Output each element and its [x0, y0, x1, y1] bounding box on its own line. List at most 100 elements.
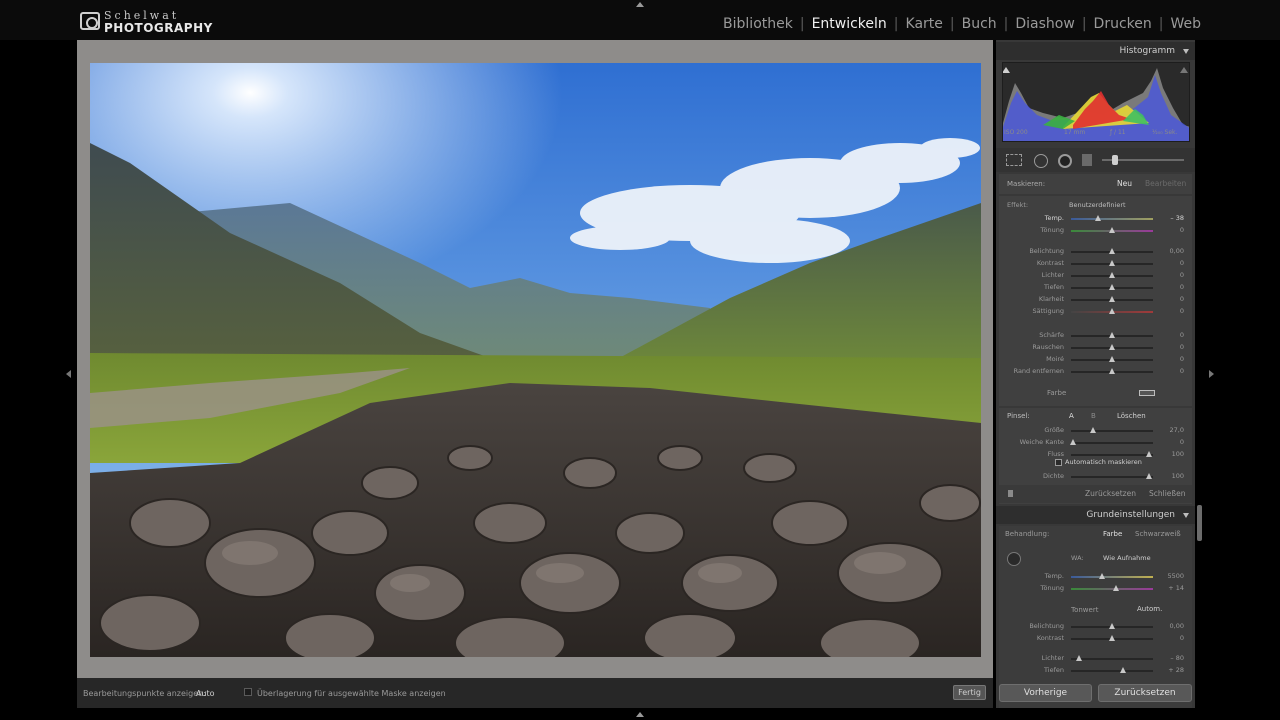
- mask-edit-button[interactable]: Bearbeiten: [1145, 179, 1186, 188]
- auto-mask-checkbox[interactable]: [1055, 459, 1062, 466]
- module-bibliothek[interactable]: Bibliothek: [716, 16, 800, 32]
- slider-knob[interactable]: [1120, 667, 1127, 673]
- mask-reset-button[interactable]: Zurücksetzen: [1085, 489, 1136, 498]
- slider-value[interactable]: + 14: [1168, 584, 1184, 592]
- slider-knob[interactable]: [1109, 227, 1115, 233]
- slider-knob[interactable]: [1109, 272, 1115, 278]
- slider-knob[interactable]: [1090, 427, 1097, 433]
- slider-knob[interactable]: [1109, 635, 1115, 641]
- module-web[interactable]: Web: [1163, 16, 1208, 32]
- slider-knob[interactable]: [1076, 655, 1083, 661]
- slider-value[interactable]: 0: [1180, 367, 1184, 375]
- wb-select[interactable]: Wie Aufnahme: [1103, 554, 1151, 562]
- spot-removal-icon[interactable]: [1034, 154, 1048, 168]
- red-eye-icon[interactable]: [1058, 154, 1072, 168]
- slider-value[interactable]: 0,00: [1170, 622, 1184, 630]
- adjustment-brush-icon[interactable]: [1112, 155, 1118, 165]
- module-diashow[interactable]: Diashow: [1008, 16, 1081, 32]
- slider-knob[interactable]: [1099, 573, 1106, 579]
- module-buch[interactable]: Buch: [955, 16, 1004, 32]
- slider-value[interactable]: 0: [1180, 331, 1184, 339]
- slider-knob[interactable]: [1109, 308, 1115, 314]
- slider-track[interactable]: [1071, 218, 1153, 220]
- slider-value[interactable]: 100: [1172, 450, 1184, 458]
- slider-track[interactable]: [1071, 476, 1153, 478]
- slider-value[interactable]: 0,00: [1170, 247, 1184, 255]
- slider-value[interactable]: 5500: [1167, 572, 1184, 580]
- slider-track[interactable]: [1071, 670, 1153, 672]
- slider-knob[interactable]: [1109, 260, 1115, 266]
- slider-track[interactable]: [1071, 454, 1153, 456]
- slider-knob[interactable]: [1113, 585, 1120, 591]
- slider-row: Kontrast 0: [999, 257, 1192, 269]
- slider-knob[interactable]: [1109, 344, 1115, 350]
- eyedropper-icon[interactable]: [1007, 552, 1021, 566]
- slider-value[interactable]: – 80: [1170, 654, 1184, 662]
- identity-plate: Schelwat PHOTOGRAPHY: [80, 8, 212, 36]
- slider-value[interactable]: 0: [1180, 634, 1184, 642]
- slider-knob[interactable]: [1109, 356, 1115, 362]
- slider-value[interactable]: 0: [1180, 307, 1184, 315]
- treatment-bw-button[interactable]: Schwarzweiß: [1135, 530, 1181, 538]
- landscape-photo[interactable]: [90, 63, 981, 657]
- treatment-color-button[interactable]: Farbe: [1103, 530, 1122, 538]
- slider-knob[interactable]: [1070, 439, 1077, 445]
- crop-icon[interactable]: [1006, 154, 1022, 166]
- slider-value[interactable]: + 28: [1168, 666, 1184, 674]
- slider-value[interactable]: 0: [1180, 355, 1184, 363]
- slider-track[interactable]: [1071, 430, 1153, 432]
- slider-knob[interactable]: [1145, 473, 1152, 479]
- module-entwickeln[interactable]: Entwickeln: [805, 16, 894, 32]
- slider-value[interactable]: 0: [1180, 259, 1184, 267]
- slider-value[interactable]: 0: [1180, 295, 1184, 303]
- filmstrip-toggle-icon[interactable]: [636, 712, 644, 717]
- slider-label: Temp.: [1044, 572, 1064, 580]
- slider-value[interactable]: 27,0: [1170, 426, 1184, 434]
- panel-scrollbar[interactable]: [1197, 505, 1202, 541]
- module-karte[interactable]: Karte: [899, 16, 950, 32]
- slider-value[interactable]: – 38: [1170, 214, 1184, 222]
- auto-tone-button[interactable]: Autom.: [1137, 605, 1162, 613]
- mask-toggle-icon[interactable]: [1008, 490, 1013, 497]
- mask-color-swatch[interactable]: [1139, 390, 1155, 396]
- slider-knob[interactable]: [1109, 248, 1115, 254]
- slider-value[interactable]: 0: [1180, 271, 1184, 279]
- slider-value[interactable]: 0: [1180, 438, 1184, 446]
- previous-button[interactable]: Vorherige: [999, 684, 1092, 702]
- brush-erase-button[interactable]: Löschen: [1117, 412, 1146, 420]
- graduated-filter-icon[interactable]: [1082, 154, 1092, 166]
- slider-value[interactable]: 0: [1180, 226, 1184, 234]
- module-drucken[interactable]: Drucken: [1087, 16, 1159, 32]
- slider-label: Temp.: [1044, 214, 1064, 222]
- brush-b-button[interactable]: B: [1091, 412, 1096, 420]
- slider-knob[interactable]: [1095, 215, 1102, 221]
- slider-knob[interactable]: [1109, 284, 1115, 290]
- mask-close-button[interactable]: Schließen: [1149, 489, 1186, 498]
- slider-track[interactable]: [1071, 588, 1153, 590]
- right-panel-toggle-icon[interactable]: [1209, 370, 1214, 378]
- slider-row: Tönung + 14: [999, 582, 1192, 594]
- shutter-speed: ¹⁄₂₀₀ Sek.: [1152, 129, 1178, 136]
- slider-track[interactable]: [1071, 442, 1153, 444]
- top-panel-toggle-icon[interactable]: [636, 2, 644, 7]
- slider-knob[interactable]: [1109, 623, 1115, 629]
- slider-value[interactable]: 0: [1180, 283, 1184, 291]
- basic-header[interactable]: Grundeinstellungen: [996, 506, 1195, 524]
- edit-points-select[interactable]: Auto: [196, 689, 215, 698]
- brush-a-button[interactable]: A: [1069, 412, 1074, 420]
- slider-value[interactable]: 0: [1180, 343, 1184, 351]
- mask-new-button[interactable]: Neu: [1117, 179, 1132, 188]
- left-panel-toggle-icon[interactable]: [66, 370, 71, 378]
- reset-button[interactable]: Zurücksetzen: [1098, 684, 1192, 702]
- slider-knob[interactable]: [1109, 296, 1115, 302]
- slider-knob[interactable]: [1145, 451, 1152, 457]
- slider-knob[interactable]: [1109, 332, 1115, 338]
- done-button[interactable]: Fertig: [953, 685, 986, 700]
- slider-knob[interactable]: [1109, 368, 1115, 374]
- slider-track[interactable]: [1071, 658, 1153, 660]
- effect-preset-select[interactable]: Benutzerdefiniert: [1069, 201, 1126, 209]
- slider-track[interactable]: [1071, 576, 1153, 578]
- overlay-checkbox[interactable]: [244, 688, 252, 696]
- histogram-header[interactable]: Histogramm: [996, 42, 1195, 60]
- slider-value[interactable]: 100: [1172, 472, 1184, 480]
